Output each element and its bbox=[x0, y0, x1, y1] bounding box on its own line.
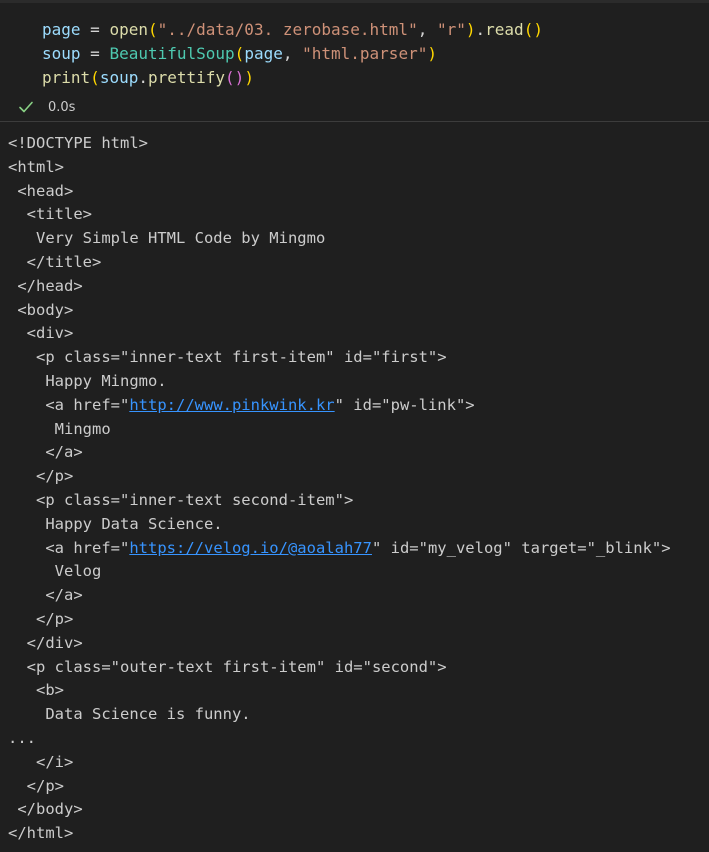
output-text: " id="my_velog" target="_blink"> bbox=[371, 538, 671, 557]
token: () bbox=[225, 68, 245, 87]
notebook-cell: page = open("../data/03. zerobase.html",… bbox=[0, 0, 709, 852]
output-line: ... bbox=[8, 728, 36, 747]
token: ( bbox=[234, 44, 245, 63]
cell-output-divider bbox=[0, 121, 709, 122]
output-line: Velog bbox=[8, 562, 102, 581]
execution-status: 0.0s bbox=[18, 97, 75, 117]
output-line: Mingmo bbox=[8, 419, 111, 438]
output-line: <title> bbox=[8, 205, 92, 224]
code-line-1[interactable]: page = open("../data/03. zerobase.html",… bbox=[42, 18, 543, 42]
cell-top-border bbox=[0, 0, 709, 3]
output-line: </p> bbox=[8, 776, 64, 795]
output-line: Happy Data Science. bbox=[8, 514, 223, 533]
token: prettify bbox=[147, 68, 226, 87]
output-line: Data Science is funny. bbox=[8, 705, 251, 724]
token: ) bbox=[427, 44, 437, 63]
output-text: <a href=" bbox=[8, 538, 130, 557]
token: soup bbox=[42, 44, 81, 63]
output-line: Happy Mingmo. bbox=[8, 371, 167, 390]
output-text: " id="pw-link"> bbox=[334, 395, 475, 414]
output-text: <a href=" bbox=[8, 395, 130, 414]
token: page bbox=[42, 20, 81, 39]
token: , bbox=[282, 44, 303, 63]
code-line-3[interactable]: print(soup.prettify()) bbox=[42, 66, 254, 90]
token: "html.parser" bbox=[302, 44, 428, 63]
token: "../data/03. zerobase.html" bbox=[157, 20, 418, 39]
output-line: <body> bbox=[8, 300, 74, 319]
token: soup bbox=[99, 68, 139, 87]
code-editor[interactable]: page = open("../data/03. zerobase.html",… bbox=[0, 4, 709, 120]
output-line: <!DOCTYPE html> bbox=[8, 134, 148, 152]
output-link[interactable]: https://velog.io/@aoalah77 bbox=[129, 539, 372, 557]
output-line: <a href="http://www.pinkwink.kr" id="pw-… bbox=[8, 394, 708, 418]
token: () bbox=[523, 20, 543, 39]
output-link[interactable]: http://www.pinkwink.kr bbox=[129, 396, 334, 414]
output-line: </head> bbox=[8, 276, 83, 295]
output-line: </html> bbox=[8, 824, 74, 843]
output-line: </title> bbox=[8, 252, 102, 271]
token: BeautifulSoup bbox=[109, 44, 235, 63]
token: = bbox=[80, 20, 110, 39]
cell-output: <!DOCTYPE html> <html> <head> <title> Ver… bbox=[8, 132, 708, 846]
output-line: Very Simple HTML Code by Mingmo bbox=[8, 229, 326, 248]
output-line: <div> bbox=[8, 324, 74, 343]
output-line: </body> bbox=[8, 800, 83, 819]
token: ( bbox=[147, 20, 158, 39]
token: ( bbox=[90, 68, 100, 87]
token: ) bbox=[244, 68, 254, 87]
token: ) bbox=[465, 20, 476, 39]
output-line: <p class="inner-text first-item" id="fir… bbox=[8, 348, 447, 367]
output-line: </a> bbox=[8, 443, 83, 462]
output-line: </p> bbox=[8, 467, 74, 486]
output-line: <p class="outer-text first-item" id="sec… bbox=[8, 657, 447, 676]
check-icon bbox=[19, 101, 33, 113]
output-line: <p class="inner-text second-item"> bbox=[8, 490, 354, 509]
token: , bbox=[417, 20, 437, 39]
code-line-2[interactable]: soup = BeautifulSoup(page, "html.parser"… bbox=[42, 42, 437, 66]
output-line: </p> bbox=[8, 609, 74, 628]
execution-time: 0.0s bbox=[48, 99, 76, 115]
output-line: </a> bbox=[8, 586, 83, 605]
token: "r" bbox=[436, 20, 466, 39]
token: read bbox=[485, 20, 524, 39]
output-line: </div> bbox=[8, 633, 83, 652]
output-line: <b> bbox=[8, 681, 64, 700]
token: = bbox=[80, 44, 110, 63]
output-line: <head> bbox=[8, 181, 74, 200]
output-line: <a href="https://velog.io/@aoalah77" id=… bbox=[8, 537, 708, 561]
token: page bbox=[244, 44, 283, 63]
token: . bbox=[138, 68, 148, 87]
token: . bbox=[475, 20, 486, 39]
token: print bbox=[42, 68, 91, 87]
output-line: <html> bbox=[8, 157, 64, 176]
output-line: </i> bbox=[8, 752, 74, 771]
token: open bbox=[109, 20, 148, 39]
